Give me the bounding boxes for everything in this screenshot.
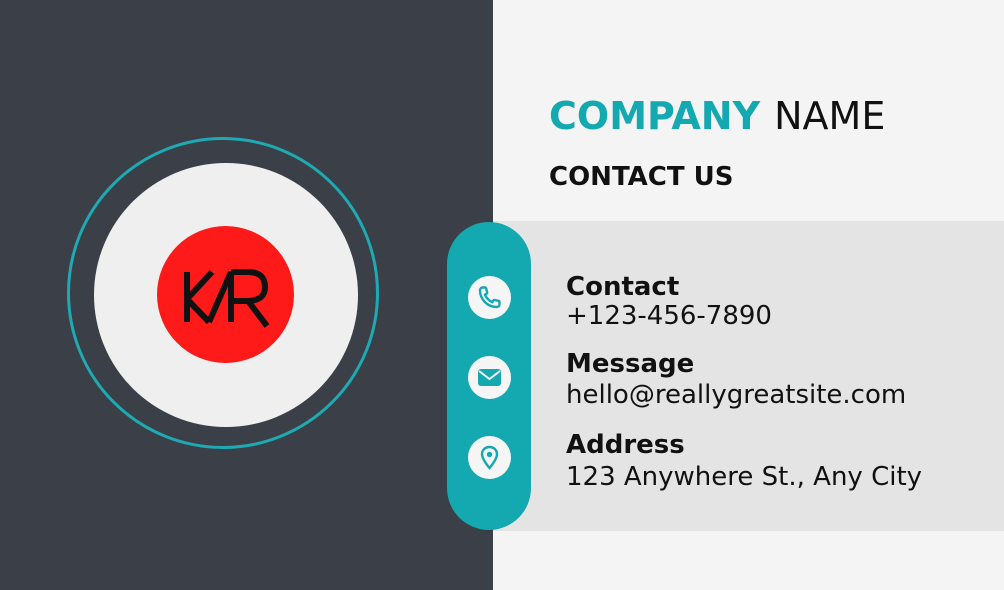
mail-icon (468, 356, 511, 399)
address-label: Address (566, 430, 685, 460)
phone-icon (468, 276, 511, 319)
message-email-value: hello@reallygreatsite.com (566, 380, 907, 410)
address-value: 123 Anywhere St., Any City (566, 462, 923, 492)
contact-phone-value: +123-456-7890 (566, 301, 772, 331)
company-logo (157, 226, 294, 363)
message-label: Message (566, 349, 695, 379)
contact-label: Contact (566, 272, 680, 302)
company-name-word2: NAME (774, 94, 886, 138)
company-name: COMPANY NAME (549, 92, 885, 140)
company-name-word1: COMPANY (549, 94, 761, 138)
section-title: CONTACT US (549, 162, 734, 192)
location-pin-icon (468, 436, 511, 479)
kr-logo-mark (184, 269, 270, 328)
